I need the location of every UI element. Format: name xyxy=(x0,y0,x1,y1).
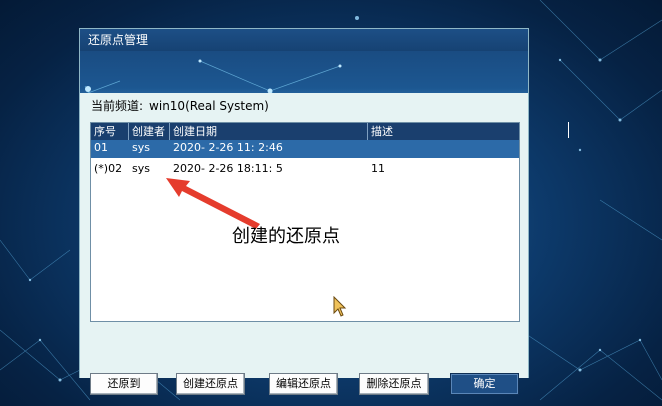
column-header-date[interactable]: 创建日期 xyxy=(170,123,368,140)
text-caret xyxy=(568,122,569,138)
row-description xyxy=(368,140,519,158)
dialog-title[interactable]: 还原点管理 xyxy=(80,29,528,51)
list-header: 序号 创建者 创建日期 描述 xyxy=(91,123,519,140)
row-creator: sys xyxy=(132,141,150,154)
column-header-description[interactable]: 描述 xyxy=(368,123,519,140)
ok-button[interactable]: 确定 xyxy=(450,373,519,395)
channel-value: win10(Real System) xyxy=(149,99,269,113)
column-header-index[interactable]: 序号 xyxy=(91,123,129,140)
current-channel: 当前频道: win10(Real System) xyxy=(91,97,275,114)
table-row[interactable]: 01 sys 2020- 2-26 11: 2:46 xyxy=(91,140,519,158)
mouse-cursor-icon xyxy=(333,296,347,317)
column-header-creator[interactable]: 创建者 xyxy=(129,123,170,140)
row-creator: sys xyxy=(132,162,150,175)
restore-point-dialog: 还原点管理 当前频道: win10(Real System) 序号 创建者 创建日… xyxy=(79,28,529,395)
edit-restore-point-button[interactable]: 编辑还原点 xyxy=(269,373,338,395)
channel-label: 当前频道: xyxy=(91,99,144,113)
table-row[interactable]: (*)02 sys 2020- 2-26 18:11: 5 11 xyxy=(91,161,519,179)
row-index: 01 xyxy=(94,141,108,154)
create-restore-point-button[interactable]: 创建还原点 xyxy=(176,373,245,395)
delete-restore-point-button[interactable]: 删除还原点 xyxy=(359,373,429,395)
restore-to-button[interactable]: 还原到 xyxy=(90,373,158,395)
row-date: 2020- 2-26 11: 2:46 xyxy=(173,141,283,154)
row-date: 2020- 2-26 18:11: 5 xyxy=(173,162,283,175)
annotation-label: 创建的还原点 xyxy=(232,226,340,247)
row-index: (*)02 xyxy=(94,162,123,175)
row-description: 11 xyxy=(371,162,385,175)
